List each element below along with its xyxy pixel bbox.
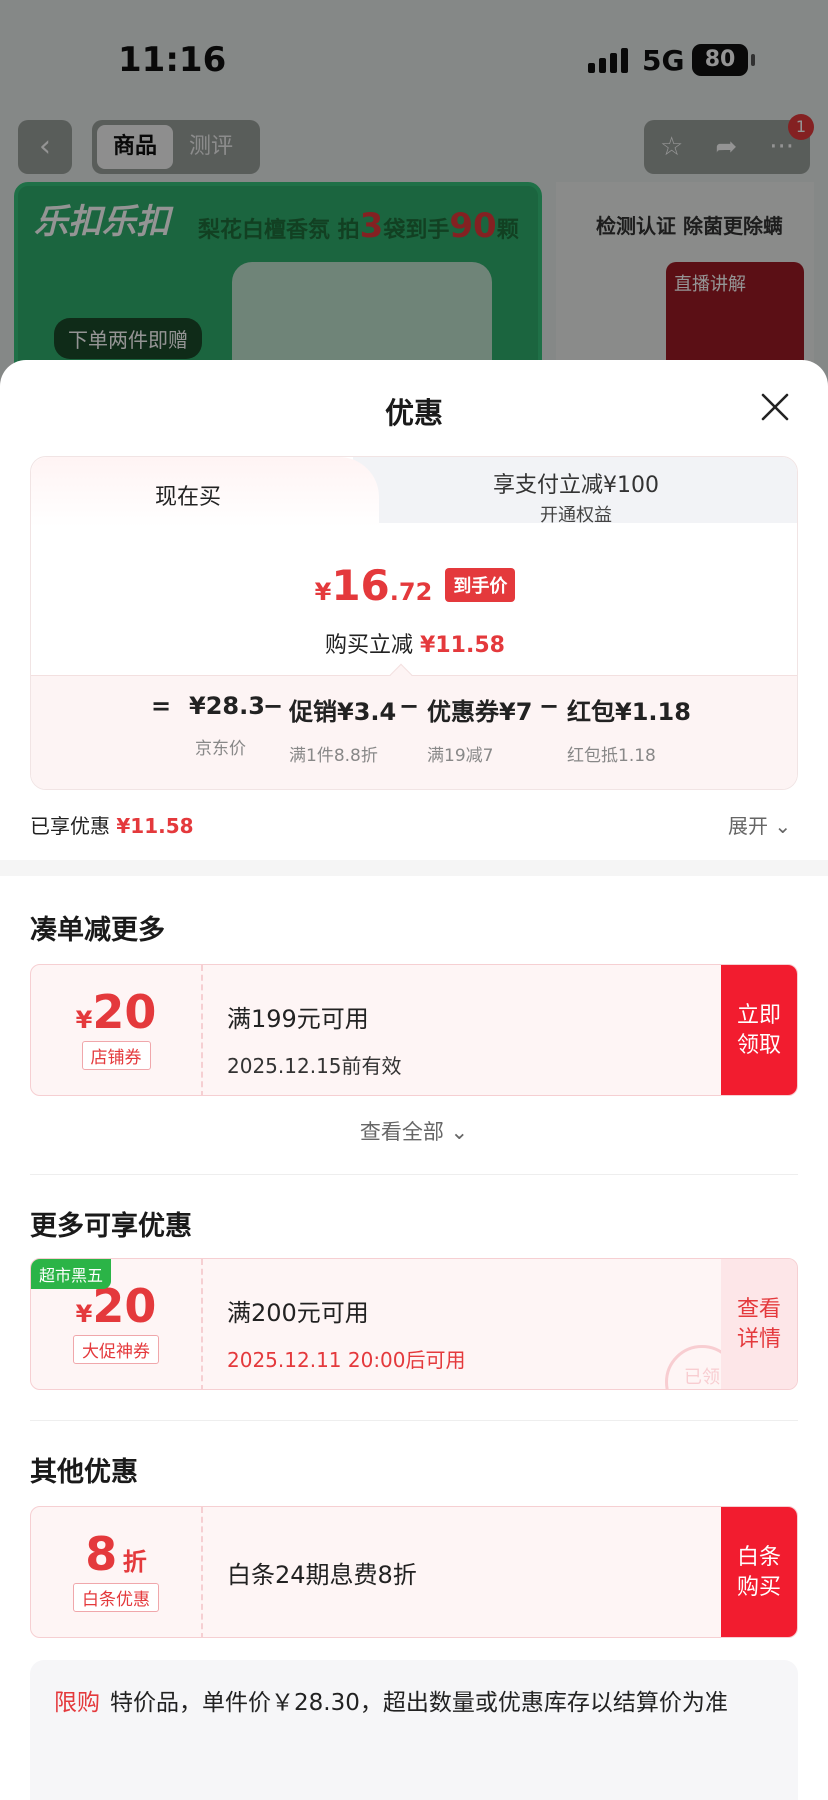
formula-op: − xyxy=(263,692,284,720)
modal-overlay[interactable] xyxy=(0,0,828,380)
divider xyxy=(30,1420,798,1421)
formula-note: 满1件8.8折 xyxy=(289,746,378,766)
coupon-expiry: 2025.12.15前有效 xyxy=(227,1054,402,1078)
store-coupon: ¥20 店铺券 满199元可用 2025.12.15前有效 立即 领取 xyxy=(30,964,798,1096)
formula-note: 京东价 xyxy=(195,739,246,759)
formula-value: 优惠券¥7 xyxy=(427,698,533,726)
pay-discount-label: 享支付立减¥100 xyxy=(493,473,659,498)
coupon-amount: ¥20 店铺券 xyxy=(31,965,203,1095)
limit-text: 特价品，单件价￥28.30，超出数量或优惠库存以结算价为准 xyxy=(110,1690,728,1716)
price-formula: = ¥28.3 京东价 − 促销¥3.4 满1件8.8折 − 优惠券¥7 满19… xyxy=(31,663,797,789)
tab-buy-now[interactable]: 现在买 xyxy=(31,457,379,527)
instant-cut: 购买立减 ¥11.58 xyxy=(31,627,797,659)
expand-label: 展开 xyxy=(728,814,768,838)
discount-unit: 折 xyxy=(122,1548,147,1576)
offer-condition: 白条24期息费8折 xyxy=(227,1561,417,1589)
price-decimal: .72 xyxy=(389,578,433,606)
expand-button[interactable]: 展开 ⌄ xyxy=(728,810,791,839)
purchase-limit-notice: 限购 特价品，单件价￥28.30，超出数量或优惠库存以结算价为准 xyxy=(30,1660,798,1800)
formula-value: 红包¥1.18 xyxy=(567,698,691,726)
final-price-tag: 到手价 xyxy=(445,568,516,602)
coupon-type-label: 店铺券 xyxy=(81,1041,151,1070)
formula-item-promo: 促销¥3.4 满1件8.8折 xyxy=(289,692,396,766)
pay-discount-sub: 开通权益 xyxy=(540,505,612,526)
price-integer: 16 xyxy=(331,561,390,610)
formula-value: ¥28.3 xyxy=(189,692,265,720)
tab-buy-now-label: 现在买 xyxy=(155,485,222,510)
offer-desc: 白条24期息费8折 xyxy=(227,1555,417,1590)
section-title-more: 凑单减更多 xyxy=(30,915,165,946)
coupon-currency: ¥ xyxy=(75,1300,93,1328)
formula-item-jd-price: ¥28.3 京东价 xyxy=(189,692,265,759)
section-gap xyxy=(0,860,828,876)
coupon-type-label: 大促神券 xyxy=(73,1335,159,1364)
formula-op: − xyxy=(539,692,560,720)
claim-coupon-button[interactable]: 立即 领取 xyxy=(721,965,797,1095)
limit-tag: 限购 xyxy=(54,1690,100,1716)
final-price: ¥16.72 到手价 xyxy=(31,561,797,610)
instant-cut-value: ¥11.58 xyxy=(420,633,505,658)
offer-type-label: 白条优惠 xyxy=(73,1583,159,1612)
tab-pay-discount[interactable]: 享支付立减¥100 开通权益 xyxy=(353,457,797,526)
enjoyed-value: ¥11.58 xyxy=(116,814,194,838)
chevron-down-icon: ⌄ xyxy=(774,814,792,838)
view-all-label: 查看全部 xyxy=(359,1120,444,1144)
section-title-other: 其他优惠 xyxy=(30,1457,138,1488)
coupon-desc: 满199元可用 2025.12.15前有效 xyxy=(227,999,402,1079)
formula-item-redpacket: 红包¥1.18 红包抵1.18 xyxy=(567,692,691,766)
formula-op: = xyxy=(151,692,172,720)
coupon-available-time: 2025.12.11 20:00后可用 xyxy=(227,1348,466,1372)
enjoyed-label: 已享优惠 xyxy=(30,814,110,838)
coupon-condition: 满200元可用 xyxy=(227,1299,369,1327)
baitiao-offer: 8 折 白条优惠 白条24期息费8折 白条 购买 xyxy=(30,1506,798,1638)
section-title-extra: 更多可享优惠 xyxy=(30,1211,192,1242)
promo-coupon: ¥20 大促神券 超市黑五 满200元可用 2025.12.11 20:00后可… xyxy=(30,1258,798,1390)
enjoyed-discount: 已享优惠 ¥11.58 xyxy=(30,810,194,839)
view-details-button[interactable]: 查看 详情 xyxy=(721,1259,797,1389)
price-card: 享支付立减¥100 开通权益 现在买 ¥16.72 到手价 购买立减 ¥11.5… xyxy=(30,456,798,790)
divider xyxy=(30,1174,798,1175)
formula-item-coupon: 优惠券¥7 满19减7 xyxy=(427,692,532,766)
instant-cut-label: 购买立减 xyxy=(325,633,414,658)
coupon-desc: 满200元可用 2025.12.11 20:00后可用 xyxy=(227,1293,466,1373)
coupon-currency: ¥ xyxy=(75,1006,93,1034)
price-currency: ¥ xyxy=(314,578,332,606)
formula-pointer xyxy=(389,663,413,687)
formula-value: 促销¥3.4 xyxy=(289,698,397,726)
discount-value: 8 xyxy=(85,1527,118,1581)
formula-op: − xyxy=(399,692,420,720)
offer-discount: 8 折 白条优惠 xyxy=(31,1507,203,1637)
coupon-condition: 满199元可用 xyxy=(227,1005,369,1033)
baitiao-buy-button[interactable]: 白条 购买 xyxy=(721,1507,797,1637)
formula-note: 满19减7 xyxy=(427,746,494,766)
close-icon[interactable] xyxy=(758,390,792,424)
coupon-value: 20 xyxy=(92,985,157,1039)
view-all-button[interactable]: 查看全部 ⌄ xyxy=(0,1116,828,1146)
formula-note: 红包抵1.18 xyxy=(567,746,656,766)
chevron-down-icon: ⌄ xyxy=(450,1120,469,1144)
event-badge: 超市黑五 xyxy=(31,1259,112,1289)
sheet-title: 优惠 xyxy=(384,396,443,430)
